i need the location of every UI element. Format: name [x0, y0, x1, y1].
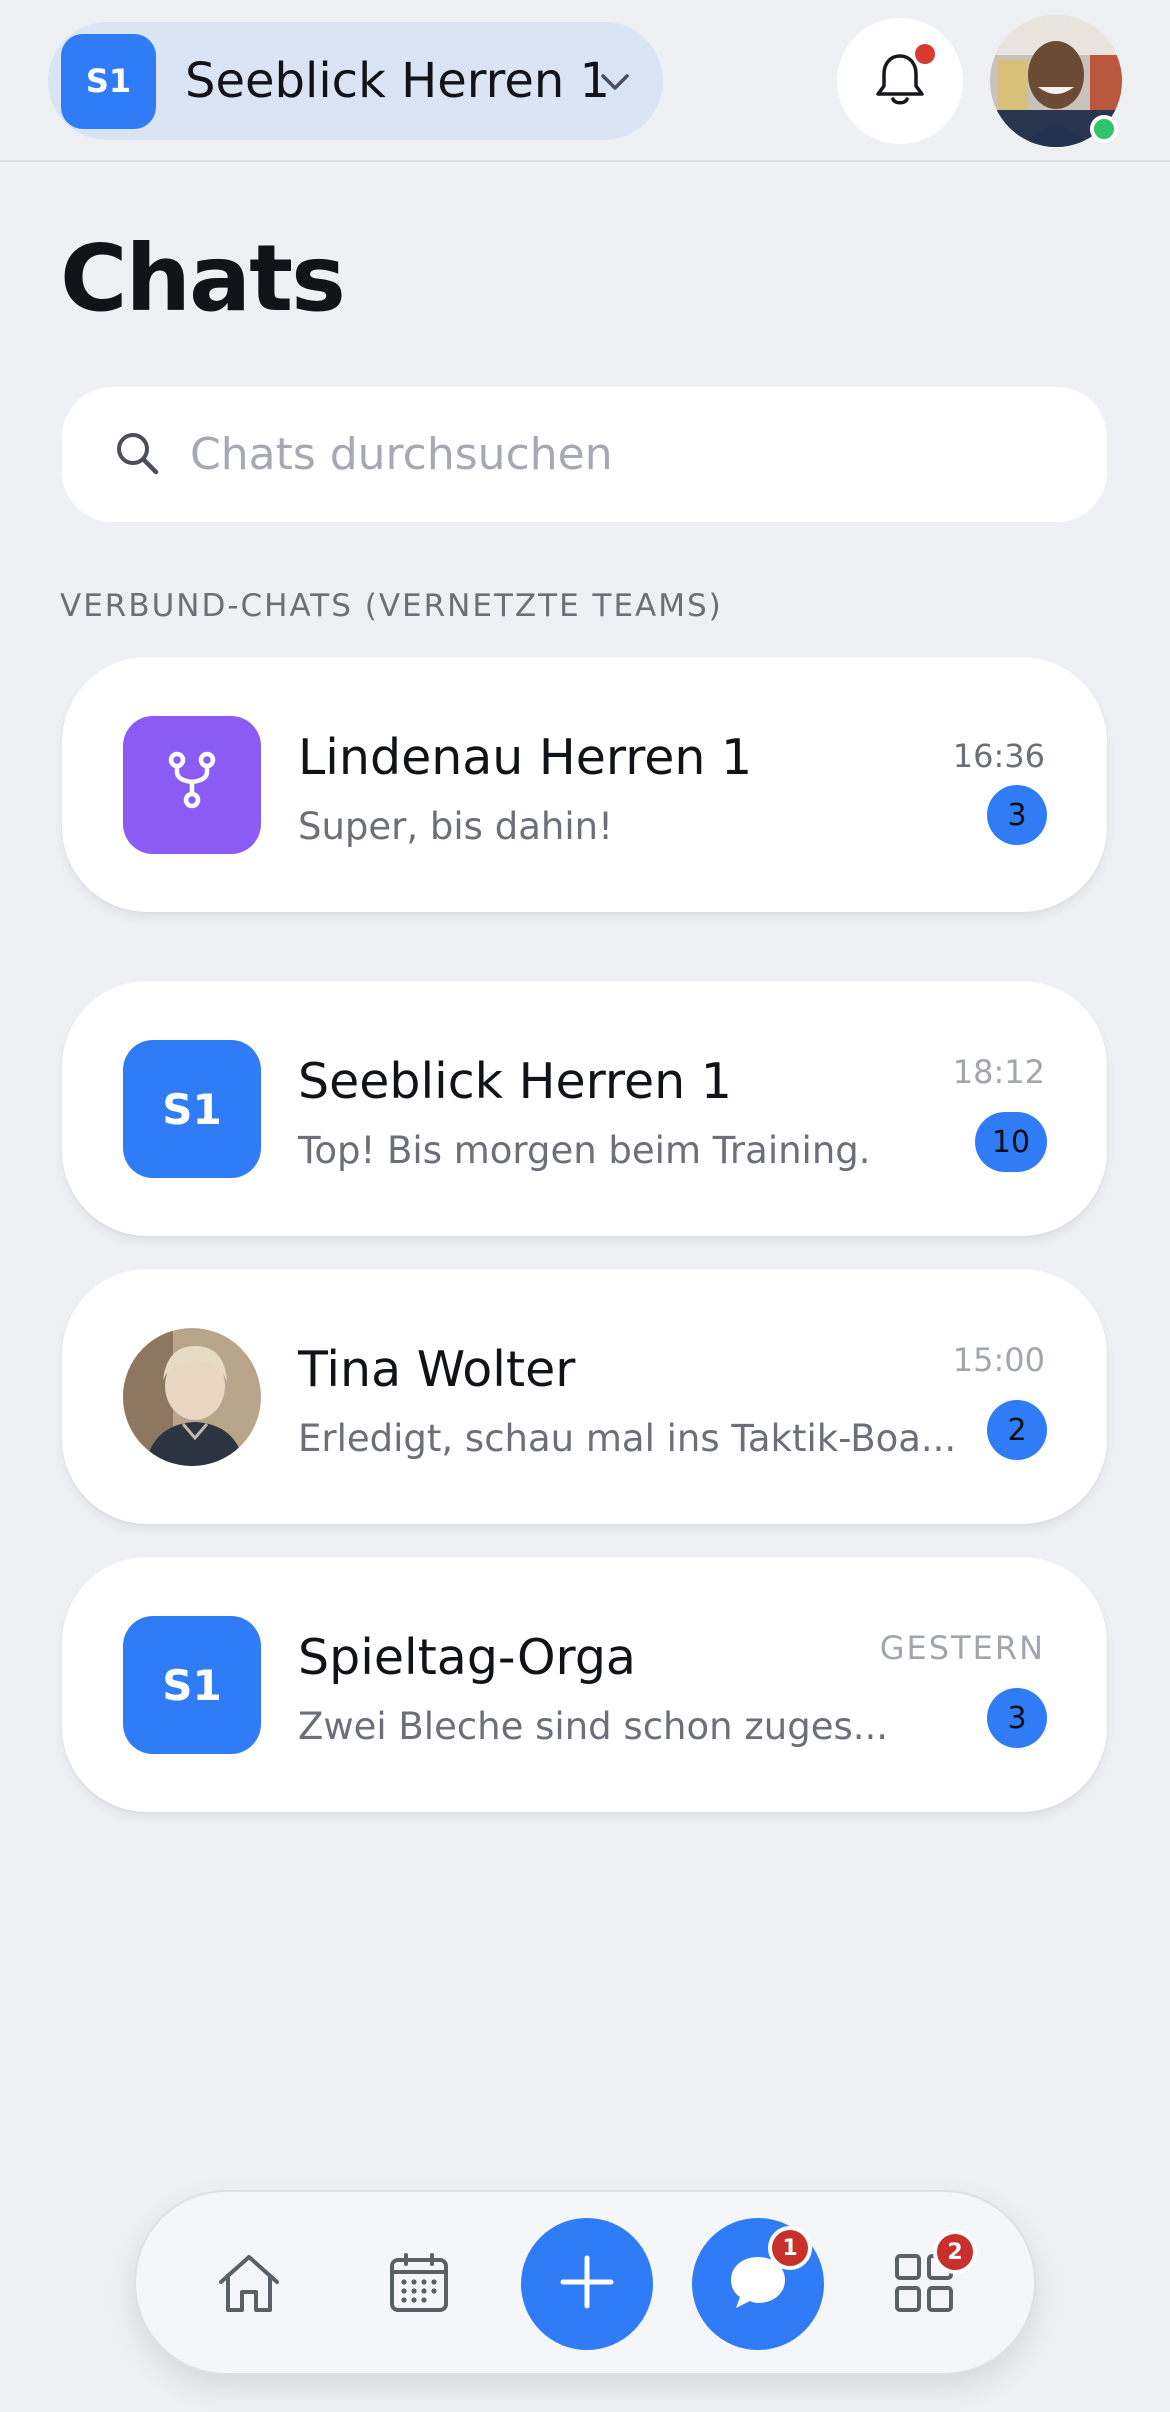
chat-item-lindenau-herren-1[interactable]: Lindenau Herren 1 Super, bis dahin! 16:3… [62, 657, 1107, 912]
calendar-icon [388, 2252, 450, 2318]
nav-home[interactable] [206, 2242, 291, 2327]
home-icon [216, 2252, 282, 2318]
chat-avatar [123, 716, 261, 854]
chat-preview: Zwei Bleche sind schon zuges... [298, 1705, 889, 1748]
search-input[interactable] [190, 429, 1050, 480]
chat-time: 16:36 [952, 737, 1045, 775]
unread-badge: 3 [987, 785, 1047, 845]
chat-preview: Top! Bis morgen beim Training. [298, 1129, 871, 1172]
section-label: VERBUND-CHATS (VERNETZTE TEAMS) [60, 588, 723, 624]
chat-preview: Erledigt, schau mal ins Taktik-Boa... [298, 1417, 957, 1460]
chat-name: Tina Wolter [298, 1341, 576, 1398]
nav-calendar[interactable] [376, 2242, 461, 2327]
chat-avatar: S1 [123, 1040, 261, 1178]
chat-name: Seeblick Herren 1 [298, 1053, 732, 1110]
chat-item-spieltag-orga[interactable]: S1 Spieltag-Orga Zwei Bleche sind schon … [62, 1557, 1107, 1812]
plus-icon [559, 2254, 615, 2314]
chat-item-seeblick-herren-1[interactable]: S1 Seeblick Herren 1 Top! Bis morgen bei… [62, 981, 1107, 1236]
team-name: Seeblick Herren 1 [185, 53, 611, 109]
notification-dot [915, 44, 935, 64]
chevron-down-icon [597, 64, 633, 104]
team-badge: S1 [61, 33, 156, 129]
fork-icon [164, 750, 220, 820]
top-bar: S1 Seeblick Herren 1 [0, 0, 1170, 162]
chat-item-tina-wolter[interactable]: Tina Wolter Erledigt, schau mal ins Takt… [62, 1269, 1107, 1524]
add-button[interactable] [521, 2218, 653, 2350]
unread-badge: 3 [987, 1688, 1047, 1748]
chat-time: GESTERN [879, 1629, 1045, 1667]
search-bar[interactable] [62, 387, 1107, 522]
page-title: Chats [60, 225, 346, 332]
online-status-indicator [1090, 115, 1118, 143]
chat-time: 15:00 [952, 1341, 1045, 1379]
chat-time: 18:12 [952, 1053, 1045, 1091]
nav-chats[interactable]: 1 [692, 2218, 824, 2350]
chat-avatar: S1 [123, 1616, 261, 1754]
apps-count-badge: 2 [933, 2230, 977, 2274]
unread-badge: 2 [987, 1400, 1047, 1460]
search-icon [114, 430, 160, 480]
nav-apps[interactable]: 2 [881, 2230, 977, 2327]
notifications-button[interactable] [837, 18, 963, 144]
chat-name: Lindenau Herren 1 [298, 729, 753, 786]
unread-badge: 10 [975, 1112, 1047, 1172]
chat-name: Spieltag-Orga [298, 1629, 636, 1686]
team-switcher[interactable]: S1 Seeblick Herren 1 [48, 22, 663, 140]
bottom-navigation: 1 2 [134, 2190, 1036, 2375]
chats-screen: S1 Seeblick Herren 1 Chats Chats durchsu… [0, 0, 1170, 2412]
chat-count-badge: 1 [768, 2226, 812, 2270]
contact-photo [123, 1328, 261, 1466]
chat-preview: Super, bis dahin! [298, 805, 613, 848]
